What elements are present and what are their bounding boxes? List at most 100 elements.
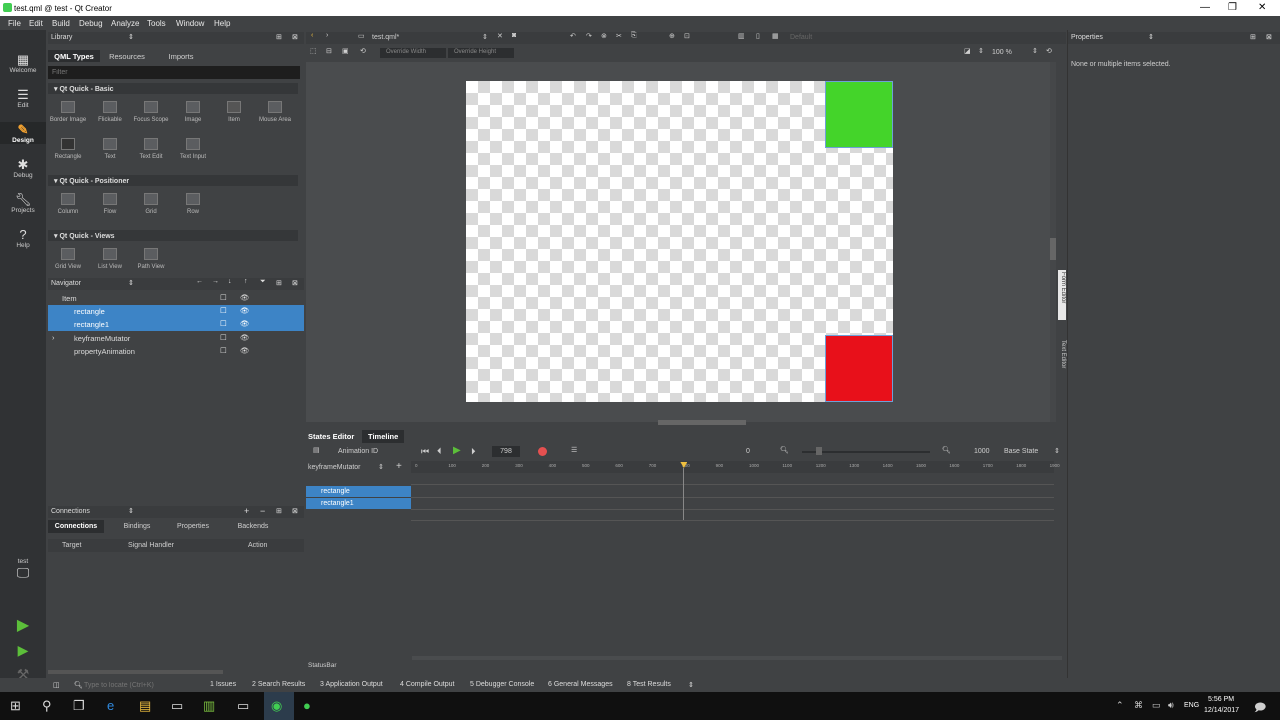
curve-editor-icon[interactable]: ☰ <box>571 446 577 454</box>
cut-icon[interactable]: ✂ <box>616 32 622 40</box>
to-start-icon[interactable]: ⏮ <box>421 446 429 457</box>
reset-icon[interactable]: ⟲ <box>1046 47 1052 55</box>
battery-icon[interactable]: ▭ <box>1152 700 1161 711</box>
split-icon[interactable]: ⊞ <box>1250 33 1256 41</box>
anchor-icon[interactable]: ⊕ <box>669 32 675 40</box>
zoom-slider-handle[interactable] <box>816 447 822 455</box>
pane-application-output[interactable]: 3 Application Output <box>320 681 383 688</box>
zoom-in-icon[interactable]: 🔍︎ <box>942 446 951 454</box>
tab-connections[interactable]: Connections <box>48 520 104 533</box>
eye-icon[interactable]: 👁︎ <box>240 306 250 315</box>
qml-item-image[interactable]: Image <box>173 101 213 123</box>
chevron-updown-icon[interactable]: ⇕ <box>978 47 984 55</box>
notepad-icon[interactable]: ▥ <box>203 698 215 714</box>
forward-icon[interactable]: › <box>326 32 328 39</box>
library-title[interactable]: Library <box>51 34 72 41</box>
clock-time[interactable]: 5:56 PM <box>1208 696 1234 703</box>
restore-icon[interactable]: ❐ <box>1228 2 1237 13</box>
distribute-icon[interactable]: ▥ <box>738 32 745 40</box>
qt-app-icon[interactable]: ● <box>303 698 311 713</box>
override-width-field[interactable]: Override Width <box>380 48 446 58</box>
pane-search-results[interactable]: 2 Search Results <box>252 681 305 688</box>
volume-icon[interactable]: 🔊︎ <box>1168 700 1174 711</box>
tab-states-editor[interactable]: States Editor <box>308 432 354 441</box>
menu-file[interactable]: File <box>8 19 21 28</box>
chevron-updown-icon[interactable]: ⇕ <box>688 681 694 689</box>
clock-date[interactable]: 12/14/2017 <box>1204 707 1239 714</box>
timeline-track-rectangle1[interactable]: rectangle1 <box>306 498 411 509</box>
previous-frame-icon[interactable]: ⏴ <box>437 446 442 457</box>
chevron-updown-icon[interactable]: ⇕ <box>378 463 384 471</box>
mode-projects[interactable]: 🔧︎ Projects <box>0 192 46 214</box>
notification-icon[interactable]: 🗩︎ <box>1254 699 1266 718</box>
tab-timeline[interactable]: Timeline <box>362 430 405 443</box>
arrow-up-icon[interactable]: ↑ <box>244 278 248 285</box>
qml-item-path-view[interactable]: Path View <box>131 248 171 270</box>
kit-selector[interactable]: test 🖵︎ <box>0 558 46 580</box>
qml-item-text[interactable]: Text <box>90 138 130 160</box>
network-icon[interactable]: ⌘ <box>1134 700 1143 711</box>
close-icon[interactable]: ✕ <box>1258 2 1266 13</box>
qml-item-grid-view[interactable]: Grid View <box>48 248 88 270</box>
close-pane-icon[interactable]: ⊠ <box>292 279 298 287</box>
qml-item-row[interactable]: Row <box>173 193 213 215</box>
qml-item-flow[interactable]: Flow <box>90 193 130 215</box>
pane-test-results[interactable]: 8 Test Results <box>627 681 671 688</box>
reset-view-icon[interactable]: ⟲ <box>360 47 366 55</box>
layout-grid-icon[interactable]: ▦ <box>772 32 779 40</box>
undo-icon[interactable]: ↶ <box>570 32 576 40</box>
alignment-icon[interactable]: ⊡ <box>684 32 690 40</box>
tab-bindings[interactable]: Bindings <box>112 520 162 530</box>
back-icon[interactable]: ‹ <box>311 32 313 39</box>
qml-item-column[interactable]: Column <box>48 193 88 215</box>
add-icon[interactable]: + <box>244 506 249 516</box>
file-tab[interactable]: test.qml* <box>372 34 399 41</box>
pane-general-messages[interactable]: 6 General Messages <box>548 681 613 688</box>
windows-start-icon[interactable]: ⊞ <box>10 698 21 714</box>
arrow-left-icon[interactable]: ← <box>196 278 203 285</box>
qml-item-text-edit[interactable]: Text Edit <box>131 138 171 160</box>
close-pane-icon[interactable]: ⊠ <box>292 507 298 515</box>
run-button[interactable]: ▶ <box>0 615 46 635</box>
column-header[interactable]: Action <box>248 542 267 549</box>
timeline-settings-icon[interactable]: ▤ <box>313 446 320 454</box>
navigator-row-keyframe-mutator[interactable]: › keyframeMutator ☐ 👁︎ <box>48 332 304 345</box>
rectangle1-red[interactable] <box>825 335 893 402</box>
menu-window[interactable]: Window <box>176 19 204 28</box>
tab-qml-types[interactable]: QML Types <box>48 50 100 62</box>
camera-icon[interactable]: ◙ <box>512 32 516 39</box>
minimize-icon[interactable]: — <box>1200 2 1210 13</box>
timeline-playhead[interactable] <box>680 462 688 520</box>
column-header[interactable]: Signal Handler <box>128 542 174 549</box>
chevron-updown-icon[interactable]: ⇕ <box>128 279 134 287</box>
chevron-updown-icon[interactable]: ⇕ <box>1148 33 1154 41</box>
library-filter-input[interactable] <box>48 66 300 79</box>
close-document-icon[interactable]: ✕ <box>497 32 503 40</box>
export-checkbox[interactable]: ☐ <box>220 333 227 342</box>
qml-item-flickable[interactable]: Flickable <box>90 101 130 123</box>
tab-properties[interactable]: Properties <box>168 520 218 530</box>
horizontal-scrollbar[interactable] <box>48 670 223 674</box>
tab-backends[interactable]: Backends <box>228 520 278 530</box>
column-header[interactable]: Target <box>62 542 81 549</box>
zoom-level[interactable]: 100 % <box>992 49 1012 56</box>
next-frame-icon[interactable]: ⏵ <box>471 446 476 457</box>
eye-icon[interactable]: 👁︎ <box>240 293 250 302</box>
redo-icon[interactable]: ↷ <box>586 32 592 40</box>
menu-edit[interactable]: Edit <box>29 19 43 28</box>
debug-run-button[interactable]: ▶ <box>0 642 46 659</box>
locator-input[interactable] <box>84 679 200 691</box>
mode-edit[interactable]: ☰ Edit <box>0 87 46 109</box>
qml-item-border-image[interactable]: Border Image <box>48 101 88 123</box>
rectangle-green[interactable] <box>825 81 893 148</box>
close-pane-icon[interactable]: ⊠ <box>1266 33 1272 41</box>
play-icon[interactable]: ▶ <box>453 445 461 456</box>
state-selector[interactable]: Default <box>790 34 812 41</box>
anchors-icon[interactable]: ▣ <box>342 47 349 55</box>
navigator-row-rectangle[interactable]: rectangle ☐ 👁︎ <box>48 305 304 318</box>
menu-debug[interactable]: Debug <box>79 19 103 28</box>
tray-chevron-icon[interactable]: ⌃ <box>1116 700 1124 711</box>
category-header[interactable]: ▾ Qt Quick - Positioner <box>48 175 298 186</box>
tab-resources[interactable]: Resources <box>102 50 152 62</box>
eye-icon[interactable]: 👁︎ <box>240 346 250 355</box>
